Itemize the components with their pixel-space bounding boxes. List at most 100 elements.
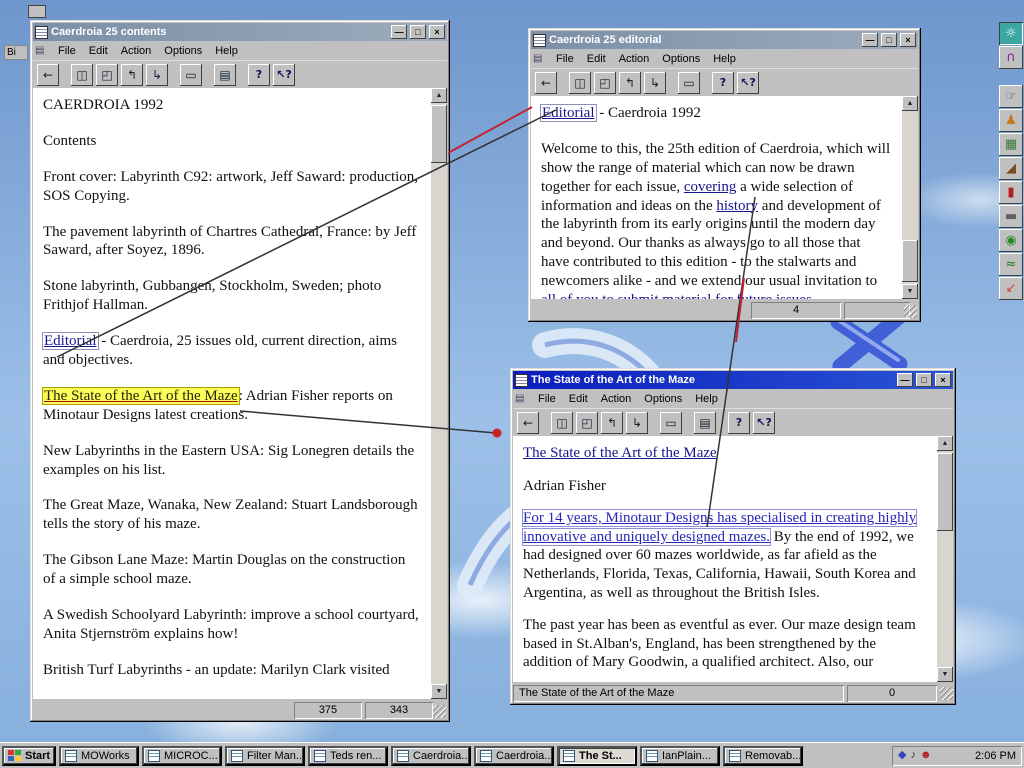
titlebar[interactable]: The State of the Art of the Maze — □ × xyxy=(513,371,953,389)
scrollbar-thumb[interactable] xyxy=(902,240,918,282)
side-tool-pointer-icon[interactable]: ☞ xyxy=(999,85,1023,108)
document-content[interactable]: The State of the Art of the Maze Adrian … xyxy=(513,436,937,682)
link-up-button[interactable]: ↰ xyxy=(121,63,143,86)
volume-icon[interactable]: ♪ xyxy=(910,750,916,761)
start-button[interactable]: Start xyxy=(2,745,56,766)
copy-link-button[interactable]: ◰ xyxy=(96,63,118,86)
open-button[interactable]: ▭ xyxy=(678,71,700,94)
menu-file[interactable]: File xyxy=(550,52,580,66)
maximize-button[interactable]: □ xyxy=(881,33,897,47)
task-button-moworks[interactable]: MOWorks xyxy=(59,745,139,766)
minimize-button[interactable]: — xyxy=(862,33,878,47)
copy-link-button[interactable]: ◰ xyxy=(576,411,598,434)
menu-help[interactable]: Help xyxy=(209,44,244,58)
close-button[interactable]: × xyxy=(935,373,951,387)
menu-help[interactable]: Help xyxy=(707,52,742,66)
link-submit-material[interactable]: all of you to submit material for future… xyxy=(541,292,816,299)
link-down-button[interactable]: ↳ xyxy=(146,63,168,86)
link-editorial[interactable]: Editorial xyxy=(42,332,99,351)
menu-edit[interactable]: Edit xyxy=(83,44,114,58)
alert-icon[interactable]: ☻ xyxy=(920,750,932,761)
menu-help[interactable]: Help xyxy=(689,392,724,406)
window-caerdroia-contents[interactable]: Caerdroia 25 contents — □ × ▤ File Edit … xyxy=(30,20,450,722)
link-down-button[interactable]: ↳ xyxy=(644,71,666,94)
link-up-button[interactable]: ↰ xyxy=(619,71,641,94)
scroll-up-button[interactable]: ▲ xyxy=(902,96,918,111)
menu-options[interactable]: Options xyxy=(158,44,208,58)
open-button[interactable]: ▭ xyxy=(660,411,682,434)
task-button-caerdroia-2[interactable]: Caerdroia... xyxy=(474,745,554,766)
link-maze-title[interactable]: The State of the Art of the Maze xyxy=(523,445,717,461)
side-tool-figure-icon[interactable]: ♟ xyxy=(999,109,1023,132)
duplicate-button[interactable]: ▤ xyxy=(214,63,236,86)
vertical-scrollbar[interactable]: ▲ ▼ xyxy=(937,436,953,682)
scrollbar-track[interactable] xyxy=(431,103,447,684)
menu-options[interactable]: Options xyxy=(638,392,688,406)
task-button-caerdroia-1[interactable]: Caerdroia... xyxy=(391,745,471,766)
back-button[interactable]: ← xyxy=(517,411,539,434)
help-button[interactable]: ? xyxy=(728,411,750,434)
help-button[interactable]: ? xyxy=(248,63,270,86)
scrollbar-track[interactable] xyxy=(937,451,953,667)
duplicate-button[interactable]: ▤ xyxy=(694,411,716,434)
scrollbar-thumb[interactable] xyxy=(431,105,447,163)
context-help-button[interactable]: ↖? xyxy=(753,411,775,434)
menu-action[interactable]: Action xyxy=(595,392,638,406)
window-state-of-the-art[interactable]: The State of the Art of the Maze — □ × ▤… xyxy=(510,368,956,705)
close-button[interactable]: × xyxy=(900,33,916,47)
side-tool-scene-icon[interactable]: ▦ xyxy=(999,133,1023,156)
minimize-button[interactable]: — xyxy=(391,25,407,39)
back-button[interactable]: ← xyxy=(37,63,59,86)
link-editorial-heading[interactable]: Editorial xyxy=(540,104,597,122)
side-tool-magnet-icon[interactable]: ∩ xyxy=(999,46,1023,69)
menu-action[interactable]: Action xyxy=(613,52,656,66)
link-covering[interactable]: covering xyxy=(684,179,736,195)
copy-button[interactable]: ◫ xyxy=(569,71,591,94)
menu-edit[interactable]: Edit xyxy=(563,392,594,406)
menu-options[interactable]: Options xyxy=(656,52,706,66)
task-button-removab[interactable]: Removab... xyxy=(723,745,803,766)
side-tool-bar-icon[interactable]: ▬ xyxy=(999,205,1023,228)
side-tool-return-icon[interactable]: ↙ xyxy=(999,277,1023,300)
scroll-down-button[interactable]: ▼ xyxy=(902,284,918,299)
side-tool-compass-icon[interactable]: ☼ xyxy=(999,22,1023,45)
menu-edit[interactable]: Edit xyxy=(581,52,612,66)
menu-action[interactable]: Action xyxy=(115,44,158,58)
help-button[interactable]: ? xyxy=(712,71,734,94)
shield-icon[interactable]: ◆ xyxy=(898,750,906,761)
document-content[interactable]: CAERDROIA 1992 Contents Front cover: Lab… xyxy=(33,88,431,699)
copy-link-button[interactable]: ◰ xyxy=(594,71,616,94)
link-down-button[interactable]: ↳ xyxy=(626,411,648,434)
titlebar[interactable]: Caerdroia 25 contents — □ × xyxy=(33,23,447,41)
resize-grip[interactable] xyxy=(433,705,446,718)
link-history[interactable]: history xyxy=(716,198,758,214)
minimize-button[interactable]: — xyxy=(897,373,913,387)
document-content[interactable]: Editorial - Caerdroia 1992 Welcome to th… xyxy=(531,96,902,299)
task-button-the-st[interactable]: The St... xyxy=(557,745,637,766)
resize-grip[interactable] xyxy=(904,305,917,318)
window-caerdroia-editorial[interactable]: Caerdroia 25 editorial — □ × ▤ File Edit… xyxy=(528,28,921,322)
link-state-of-the-art[interactable]: The State of the Art of the Maze xyxy=(42,386,240,405)
scrollbar-track[interactable] xyxy=(902,111,918,284)
copy-button[interactable]: ◫ xyxy=(71,63,93,86)
copy-button[interactable]: ◫ xyxy=(551,411,573,434)
menu-file[interactable]: File xyxy=(532,392,562,406)
menu-file[interactable]: File xyxy=(52,44,82,58)
context-help-button[interactable]: ↖? xyxy=(737,71,759,94)
maximize-button[interactable]: □ xyxy=(410,25,426,39)
maximize-button[interactable]: □ xyxy=(916,373,932,387)
side-tool-wedge-icon[interactable]: ◢ xyxy=(999,157,1023,180)
scroll-down-button[interactable]: ▼ xyxy=(937,667,953,682)
close-button[interactable]: × xyxy=(429,25,445,39)
vertical-scrollbar[interactable]: ▲ ▼ xyxy=(431,88,447,699)
open-button[interactable]: ▭ xyxy=(180,63,202,86)
task-button-teds-ren[interactable]: Teds ren... xyxy=(308,745,388,766)
task-button-microc[interactable]: MICROC... xyxy=(142,745,222,766)
titlebar[interactable]: Caerdroia 25 editorial — □ × xyxy=(531,31,918,49)
resize-grip[interactable] xyxy=(940,686,953,700)
vertical-scrollbar[interactable]: ▲ ▼ xyxy=(902,96,918,299)
scroll-up-button[interactable]: ▲ xyxy=(431,88,447,103)
scrollbar-thumb[interactable] xyxy=(937,453,953,531)
scroll-up-button[interactable]: ▲ xyxy=(937,436,953,451)
link-up-button[interactable]: ↰ xyxy=(601,411,623,434)
